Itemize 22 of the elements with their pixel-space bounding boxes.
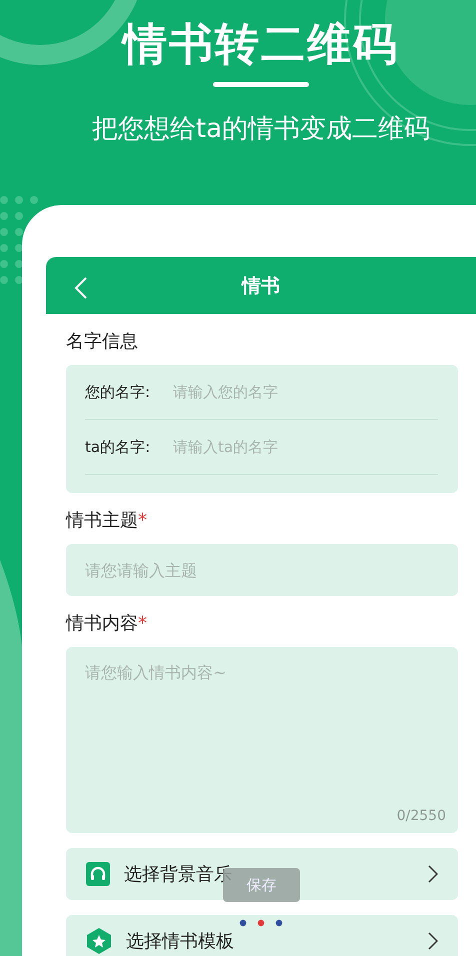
section-heading: 情书内容 bbox=[66, 613, 138, 634]
field-label: ta的名字: bbox=[85, 438, 152, 456]
field-label: 您的名字: bbox=[85, 382, 152, 402]
name-input[interactable]: 请输入您的名字 bbox=[171, 382, 438, 402]
screen-title: 情书 bbox=[242, 274, 280, 298]
back-icon[interactable] bbox=[74, 276, 88, 300]
section-heading: 名字信息 bbox=[66, 330, 139, 354]
loading-dots-icon bbox=[239, 919, 283, 927]
chevron-right-icon bbox=[428, 865, 438, 883]
required-mark: * bbox=[138, 613, 147, 634]
section-heading: 情书主题 bbox=[66, 510, 138, 531]
option-row[interactable]: 选择情书模板 bbox=[66, 915, 458, 956]
subject-input[interactable]: 请您请输入主题 bbox=[66, 544, 458, 596]
character-counter: 0/2550 bbox=[396, 808, 446, 824]
hero-subtitle: 把您想给ta的情书变成二维码 bbox=[92, 113, 430, 146]
required-mark: * bbox=[138, 510, 147, 531]
chevron-right-icon bbox=[428, 932, 438, 950]
star-icon bbox=[86, 927, 112, 955]
toast-message: 保存 bbox=[223, 868, 300, 902]
name-input[interactable]: 请输入ta的名字 bbox=[171, 437, 438, 457]
headphones-icon bbox=[86, 862, 110, 886]
hero-title: 情书转二维码 bbox=[123, 18, 399, 72]
